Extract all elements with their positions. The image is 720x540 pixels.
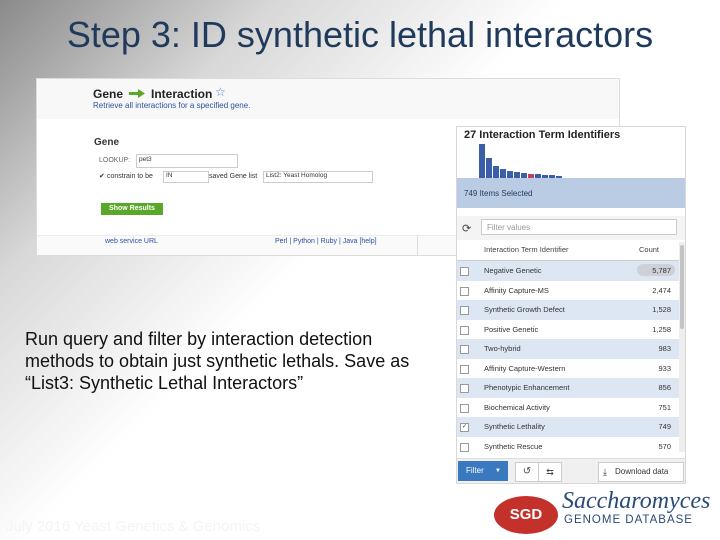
row-count: 856 bbox=[658, 383, 671, 392]
row-label: Biochemical Activity bbox=[484, 402, 550, 412]
constrain-label: constrain to be bbox=[107, 173, 153, 180]
facet-row[interactable]: Synthetic Rescue 570 bbox=[457, 437, 679, 457]
slide-footer: July 2016 Yeast Genetics & Genomics bbox=[6, 518, 261, 535]
constrain-operator-select[interactable]: IN bbox=[163, 171, 209, 183]
logo-line2: GENOME DATABASE bbox=[564, 514, 693, 526]
logo-line1: Saccharomyces bbox=[562, 488, 711, 514]
row-label: Affinity Capture-Western bbox=[484, 363, 566, 373]
facet-panel: 27 Interaction Term Identifiers 749 Item… bbox=[456, 126, 686, 484]
filter-values-input[interactable]: Filter values bbox=[481, 219, 677, 235]
filter-row: ⟳ Filter values bbox=[457, 216, 685, 240]
facet-row[interactable]: Affinity Capture-MS 2,474 bbox=[457, 281, 679, 301]
row-checkbox[interactable] bbox=[460, 286, 469, 296]
row-checkbox[interactable] bbox=[460, 306, 469, 315]
row-label: Affinity Capture-MS bbox=[484, 285, 549, 295]
sgd-logo: SGD Saccharomyces GENOME DATABASE bbox=[490, 484, 720, 540]
facet-histogram bbox=[479, 144, 562, 178]
saved-list-label: saved Gene list bbox=[209, 173, 258, 180]
row-checkbox[interactable] bbox=[460, 442, 469, 452]
facet-row[interactable]: Synthetic Growth Defect 1,528 bbox=[457, 300, 679, 321]
facet-row[interactable]: Affinity Capture-Western 933 bbox=[457, 359, 679, 379]
row-label: Synthetic Growth Defect bbox=[484, 305, 565, 314]
row-checkbox[interactable]: ✓ bbox=[460, 423, 469, 432]
histogram-bar bbox=[493, 166, 499, 178]
column-header-term[interactable]: Interaction Term Identifier bbox=[484, 245, 569, 254]
histogram-bar bbox=[507, 171, 513, 178]
histogram-bar bbox=[486, 158, 492, 178]
download-data-button[interactable]: ⤓ Download data bbox=[598, 462, 684, 482]
facet-row[interactable]: Biochemical Activity 751 bbox=[457, 398, 679, 418]
histogram-bar bbox=[479, 144, 485, 178]
row-count: 1,258 bbox=[652, 324, 671, 334]
row-label: Synthetic Rescue bbox=[484, 441, 543, 451]
facet-title: 27 Interaction Term Identifiers bbox=[464, 129, 621, 141]
row-checkbox[interactable] bbox=[460, 364, 469, 374]
facet-row[interactable]: Positive Genetic 1,258 bbox=[457, 320, 679, 340]
section-heading: Gene bbox=[94, 137, 120, 148]
row-checkbox[interactable] bbox=[460, 325, 469, 335]
query-from-label: Gene bbox=[93, 87, 124, 101]
items-selected-text: 749 Items Selected bbox=[464, 189, 533, 198]
row-checkbox[interactable] bbox=[460, 384, 469, 393]
logo-mark: SGD bbox=[509, 506, 543, 523]
column-header-count[interactable]: Count bbox=[639, 245, 659, 254]
row-count: 5,787 bbox=[652, 266, 671, 275]
download-label: Download data bbox=[615, 467, 669, 476]
query-header bbox=[37, 79, 619, 119]
filter-button[interactable]: Filter ▼ bbox=[458, 461, 508, 481]
facet-footer: Filter ▼ ↺ ⇆ ⤓ Download data bbox=[457, 458, 685, 483]
histogram-bar bbox=[500, 169, 506, 178]
row-label: Negative Genetic bbox=[484, 266, 542, 275]
download-icon: ⤓ bbox=[603, 467, 607, 477]
row-count: 933 bbox=[658, 363, 671, 373]
footer-divider bbox=[417, 235, 418, 255]
slide-body-text: Run query and filter by interaction dete… bbox=[25, 329, 410, 393]
constrain-checkbox[interactable]: ✔ bbox=[99, 172, 105, 180]
row-label: Phenotypic Enhancement bbox=[484, 383, 570, 392]
caret-down-icon[interactable]: ▼ bbox=[495, 461, 501, 481]
slide-title: Step 3: ID synthetic lethal interactors bbox=[66, 14, 654, 55]
undo-icon[interactable]: ↺ bbox=[515, 462, 539, 482]
language-links[interactable]: Perl | Python | Ruby | Java [help] bbox=[275, 238, 377, 245]
show-results-button[interactable]: Show Results bbox=[101, 203, 163, 215]
row-count: 983 bbox=[658, 344, 671, 353]
facet-row[interactable]: ✓ Synthetic Lethality 749 bbox=[457, 417, 679, 438]
row-count: 2,474 bbox=[652, 285, 671, 295]
facet-row[interactable]: Negative Genetic 5,787 bbox=[457, 261, 679, 282]
export-icon[interactable]: ⇆ bbox=[538, 462, 562, 482]
row-count: 1,528 bbox=[652, 305, 671, 314]
saved-list-select[interactable]: List2: Yeast Homolog bbox=[263, 171, 373, 183]
query-to-label: Interaction bbox=[151, 87, 213, 101]
row-checkbox[interactable] bbox=[460, 345, 469, 354]
row-label: Synthetic Lethality bbox=[484, 422, 545, 431]
lookup-label: LOOKUP: bbox=[99, 157, 131, 164]
lookup-input[interactable]: pet3 bbox=[136, 154, 238, 168]
row-checkbox[interactable] bbox=[460, 267, 469, 276]
row-count: 570 bbox=[658, 441, 671, 451]
arrow-right-icon bbox=[129, 89, 145, 98]
facet-row[interactable]: Two-hybrid 983 bbox=[457, 339, 679, 360]
filter-button-label: Filter bbox=[466, 466, 484, 475]
row-label: Positive Genetic bbox=[484, 324, 539, 334]
favorite-star-icon[interactable]: ☆ bbox=[215, 85, 226, 99]
scrollbar-thumb[interactable] bbox=[680, 245, 684, 329]
row-checkbox[interactable] bbox=[460, 403, 469, 413]
facet-table-header: Interaction Term Identifier Count bbox=[457, 242, 685, 261]
row-count: 749 bbox=[658, 422, 671, 431]
row-label: Two-hybrid bbox=[484, 344, 521, 353]
query-description: Retrieve all interactions for a specifie… bbox=[93, 101, 251, 110]
web-service-link[interactable]: web service URL bbox=[105, 238, 158, 245]
row-count: 751 bbox=[658, 402, 671, 412]
refresh-icon[interactable]: ⟳ bbox=[462, 222, 471, 235]
facet-row[interactable]: Phenotypic Enhancement 856 bbox=[457, 378, 679, 399]
